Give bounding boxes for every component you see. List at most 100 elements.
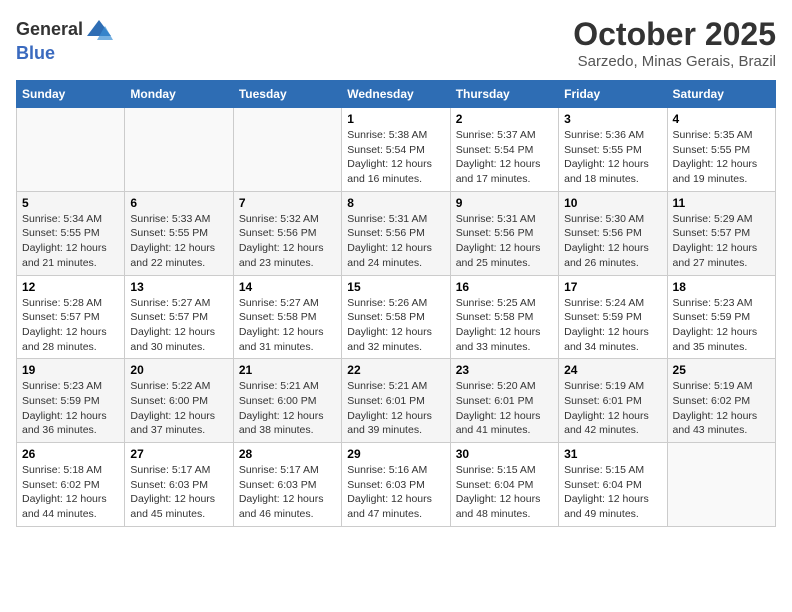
day-number: 29 <box>347 447 444 461</box>
day-info: Sunrise: 5:25 AM Sunset: 5:58 PM Dayligh… <box>456 296 553 355</box>
table-row: 13Sunrise: 5:27 AM Sunset: 5:57 PM Dayli… <box>125 275 233 359</box>
day-number: 19 <box>22 363 119 377</box>
day-info: Sunrise: 5:29 AM Sunset: 5:57 PM Dayligh… <box>673 212 770 271</box>
day-number: 1 <box>347 112 444 126</box>
calendar-week-row: 26 Sunrise: 5:18 AM Sunset: 6:02 PM Dayli… <box>17 443 776 527</box>
day-info: Sunrise: 5:17 AM Sunset: 6:03 PM Dayligh… <box>130 463 227 522</box>
table-row: 25Sunrise: 5:19 AM Sunset: 6:02 PM Dayli… <box>667 359 775 443</box>
day-info: Sunrise: 5:28 AM Sunset: 5:57 PM Dayligh… <box>22 296 119 355</box>
table-row: 16 Sunrise: 5:25 AM Sunset: 5:58 PM Dayli… <box>450 275 558 359</box>
day-number: 23 <box>456 363 553 377</box>
table-row: 22Sunrise: 5:21 AM Sunset: 6:01 PM Dayli… <box>342 359 450 443</box>
table-row: 9Sunrise: 5:31 AM Sunset: 5:56 PM Daylig… <box>450 191 558 275</box>
day-number: 31 <box>564 447 661 461</box>
table-row: 27 Sunrise: 5:17 AM Sunset: 6:03 PM Dayli… <box>125 443 233 527</box>
day-info: Sunrise: 5:21 AM Sunset: 6:01 PM Dayligh… <box>347 379 444 438</box>
table-row: 17 Sunrise: 5:24 AM Sunset: 5:59 PM Dayli… <box>559 275 667 359</box>
table-row: 6 Sunrise: 5:33 AM Sunset: 5:55 PM Daylig… <box>125 191 233 275</box>
day-info: Sunrise: 5:16 AM Sunset: 6:03 PM Dayligh… <box>347 463 444 522</box>
table-row: 20 Sunrise: 5:22 AM Sunset: 6:00 PM Dayli… <box>125 359 233 443</box>
table-row: 12 Sunrise: 5:28 AM Sunset: 5:57 PM Dayli… <box>17 275 125 359</box>
calendar-week-row: 1 Sunrise: 5:38 AM Sunset: 5:54 PM Daylig… <box>17 108 776 192</box>
day-number: 26 <box>22 447 119 461</box>
day-info: Sunrise: 5:38 AM Sunset: 5:54 PM Dayligh… <box>347 128 444 187</box>
calendar-week-row: 19 Sunrise: 5:23 AM Sunset: 5:59 PM Dayli… <box>17 359 776 443</box>
day-number: 12 <box>22 280 119 294</box>
day-info: Sunrise: 5:33 AM Sunset: 5:55 PM Dayligh… <box>130 212 227 271</box>
day-info: Sunrise: 5:23 AM Sunset: 5:59 PM Dayligh… <box>22 379 119 438</box>
table-row: 14Sunrise: 5:27 AM Sunset: 5:58 PM Dayli… <box>233 275 341 359</box>
day-info: Sunrise: 5:18 AM Sunset: 6:02 PM Dayligh… <box>22 463 119 522</box>
table-row: 30 Sunrise: 5:15 AM Sunset: 6:04 PM Dayli… <box>450 443 558 527</box>
day-number: 24 <box>564 363 661 377</box>
table-row: 21Sunrise: 5:21 AM Sunset: 6:00 PM Dayli… <box>233 359 341 443</box>
calendar-table: Sunday Monday Tuesday Wednesday Thursday… <box>16 80 776 527</box>
table-row: 23 Sunrise: 5:20 AM Sunset: 6:01 PM Dayli… <box>450 359 558 443</box>
table-row: 8 Sunrise: 5:31 AM Sunset: 5:56 PM Daylig… <box>342 191 450 275</box>
month-title: October 2025 <box>573 16 776 53</box>
logo-blue: Blue <box>16 43 55 63</box>
day-info: Sunrise: 5:36 AM Sunset: 5:55 PM Dayligh… <box>564 128 661 187</box>
day-info: Sunrise: 5:20 AM Sunset: 6:01 PM Dayligh… <box>456 379 553 438</box>
day-info: Sunrise: 5:27 AM Sunset: 5:58 PM Dayligh… <box>239 296 336 355</box>
calendar-week-row: 12 Sunrise: 5:28 AM Sunset: 5:57 PM Dayli… <box>17 275 776 359</box>
day-info: Sunrise: 5:24 AM Sunset: 5:59 PM Dayligh… <box>564 296 661 355</box>
day-number: 18 <box>673 280 770 294</box>
table-row: 28 Sunrise: 5:17 AM Sunset: 6:03 PM Dayli… <box>233 443 341 527</box>
day-info: Sunrise: 5:34 AM Sunset: 5:55 PM Dayligh… <box>22 212 119 271</box>
table-row: 5 Sunrise: 5:34 AM Sunset: 5:55 PM Daylig… <box>17 191 125 275</box>
header-tuesday: Tuesday <box>233 81 341 108</box>
day-number: 2 <box>456 112 553 126</box>
table-row: 1 Sunrise: 5:38 AM Sunset: 5:54 PM Daylig… <box>342 108 450 192</box>
header-thursday: Thursday <box>450 81 558 108</box>
day-number: 6 <box>130 196 227 210</box>
table-row: 11 Sunrise: 5:29 AM Sunset: 5:57 PM Dayli… <box>667 191 775 275</box>
day-number: 21 <box>239 363 336 377</box>
day-number: 20 <box>130 363 227 377</box>
day-info: Sunrise: 5:26 AM Sunset: 5:58 PM Dayligh… <box>347 296 444 355</box>
table-row <box>17 108 125 192</box>
logo-general: General <box>16 20 83 40</box>
day-number: 5 <box>22 196 119 210</box>
table-row <box>125 108 233 192</box>
day-number: 13 <box>130 280 227 294</box>
day-number: 28 <box>239 447 336 461</box>
day-number: 3 <box>564 112 661 126</box>
day-info: Sunrise: 5:32 AM Sunset: 5:56 PM Dayligh… <box>239 212 336 271</box>
header-wednesday: Wednesday <box>342 81 450 108</box>
table-row: 7Sunrise: 5:32 AM Sunset: 5:56 PM Daylig… <box>233 191 341 275</box>
title-area: October 2025 Sarzedo, Minas Gerais, Braz… <box>573 16 776 70</box>
day-info: Sunrise: 5:23 AM Sunset: 5:59 PM Dayligh… <box>673 296 770 355</box>
day-info: Sunrise: 5:15 AM Sunset: 6:04 PM Dayligh… <box>564 463 661 522</box>
table-row: 26 Sunrise: 5:18 AM Sunset: 6:02 PM Dayli… <box>17 443 125 527</box>
day-number: 27 <box>130 447 227 461</box>
table-row <box>667 443 775 527</box>
day-info: Sunrise: 5:31 AM Sunset: 5:56 PM Dayligh… <box>347 212 444 271</box>
day-number: 11 <box>673 196 770 210</box>
day-info: Sunrise: 5:17 AM Sunset: 6:03 PM Dayligh… <box>239 463 336 522</box>
day-number: 4 <box>673 112 770 126</box>
day-number: 17 <box>564 280 661 294</box>
table-row: 10 Sunrise: 5:30 AM Sunset: 5:56 PM Dayli… <box>559 191 667 275</box>
logo-icon <box>85 16 113 44</box>
day-info: Sunrise: 5:22 AM Sunset: 6:00 PM Dayligh… <box>130 379 227 438</box>
day-number: 30 <box>456 447 553 461</box>
table-row: 31 Sunrise: 5:15 AM Sunset: 6:04 PM Dayli… <box>559 443 667 527</box>
day-number: 16 <box>456 280 553 294</box>
location-subtitle: Sarzedo, Minas Gerais, Brazil <box>573 53 776 70</box>
day-info: Sunrise: 5:30 AM Sunset: 5:56 PM Dayligh… <box>564 212 661 271</box>
day-info: Sunrise: 5:37 AM Sunset: 5:54 PM Dayligh… <box>456 128 553 187</box>
day-number: 10 <box>564 196 661 210</box>
table-row <box>233 108 341 192</box>
table-row: 3 Sunrise: 5:36 AM Sunset: 5:55 PM Daylig… <box>559 108 667 192</box>
table-row: 19 Sunrise: 5:23 AM Sunset: 5:59 PM Dayli… <box>17 359 125 443</box>
page-header: General Blue October 2025 Sarzedo, Minas… <box>16 16 776 70</box>
table-row: 2 Sunrise: 5:37 AM Sunset: 5:54 PM Daylig… <box>450 108 558 192</box>
table-row: 15Sunrise: 5:26 AM Sunset: 5:58 PM Dayli… <box>342 275 450 359</box>
table-row: 29 Sunrise: 5:16 AM Sunset: 6:03 PM Dayli… <box>342 443 450 527</box>
day-number: 8 <box>347 196 444 210</box>
day-info: Sunrise: 5:19 AM Sunset: 6:02 PM Dayligh… <box>673 379 770 438</box>
day-info: Sunrise: 5:15 AM Sunset: 6:04 PM Dayligh… <box>456 463 553 522</box>
day-info: Sunrise: 5:31 AM Sunset: 5:56 PM Dayligh… <box>456 212 553 271</box>
header-friday: Friday <box>559 81 667 108</box>
